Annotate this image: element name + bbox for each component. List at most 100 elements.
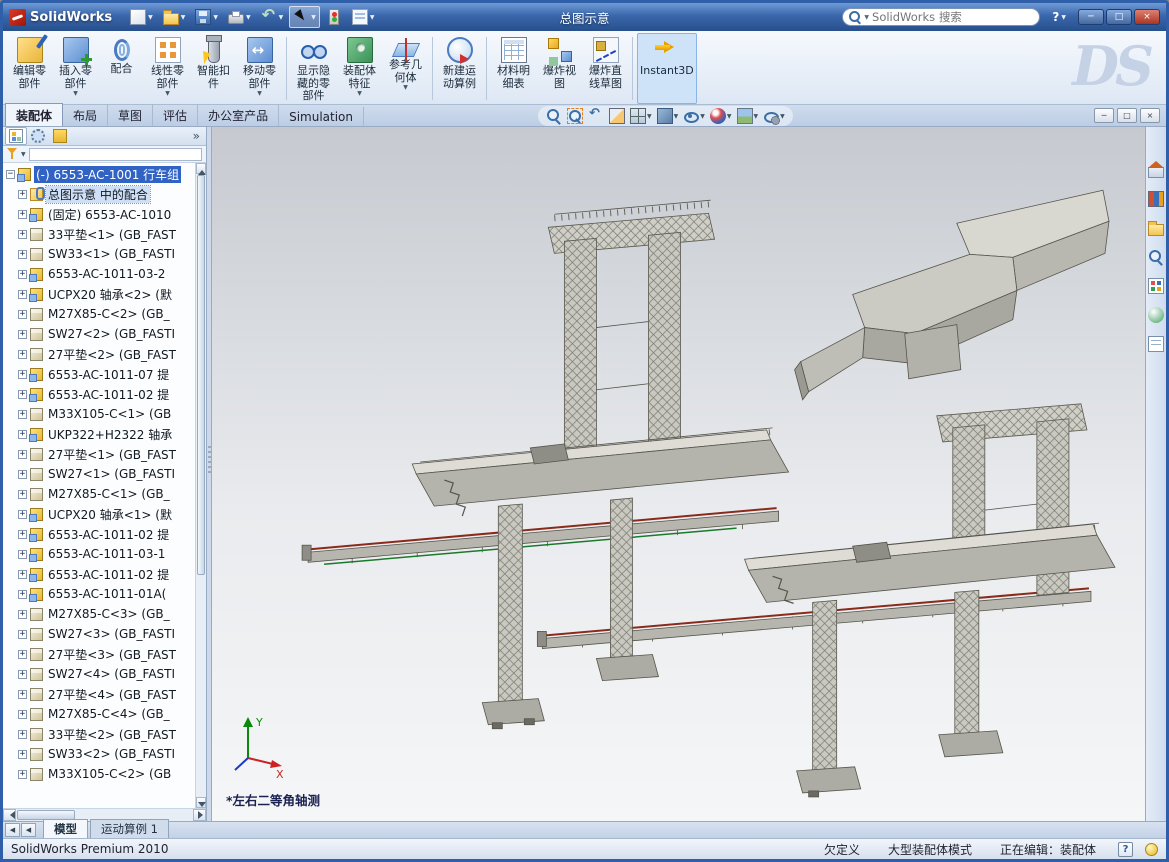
select-button[interactable]: ▼ (289, 6, 320, 28)
expand-box-icon[interactable]: + (18, 770, 27, 779)
tree-item[interactable]: +M27X85-C<4> (GB_ (3, 704, 195, 724)
apply-scene-button[interactable]: ▼ (736, 107, 760, 125)
tree-item[interactable]: +27平垫<2> (GB_FAST (3, 344, 195, 364)
expand-box-icon[interactable]: + (18, 190, 27, 199)
tab-办公室产品[interactable]: 办公室产品 (198, 104, 279, 126)
quick-tips-icon[interactable] (1145, 843, 1158, 856)
dropdown-caret-icon[interactable]: ▼ (148, 14, 153, 21)
filter-caret-icon[interactable]: ▼ (21, 151, 26, 158)
custom-properties-button[interactable] (1147, 335, 1165, 353)
tree-item[interactable]: +SW27<3> (GB_FASTI (3, 624, 195, 644)
expand-box-icon[interactable]: + (18, 670, 27, 679)
doc-close-button[interactable]: × (1140, 108, 1160, 123)
expand-box-icon[interactable]: + (18, 750, 27, 759)
print-button[interactable]: ▼ (224, 7, 255, 27)
dropdown-caret-icon[interactable]: ▼ (311, 14, 316, 21)
dropdown-caret-icon[interactable]: ▼ (370, 14, 375, 21)
ribbon-button-linear-pattern[interactable]: 线性零部件▼ (145, 33, 190, 104)
ribbon-button-show-hidden[interactable]: 显示隐藏的零部件 (291, 33, 336, 104)
view-palette-button[interactable] (1147, 277, 1165, 295)
tree-item[interactable]: +M27X85-C<1> (GB_ (3, 484, 195, 504)
featuremanager-tab[interactable] (5, 127, 27, 145)
close-button[interactable]: × (1134, 9, 1160, 25)
expand-box-icon[interactable]: + (18, 590, 27, 599)
view-orientation-button[interactable]: ▼ (629, 107, 653, 125)
tree-item[interactable]: +UCPX20 轴承<2> (默 (3, 284, 195, 304)
ribbon-button-reference-geometry[interactable]: 参考几何体▼ (383, 33, 428, 104)
help-menu[interactable]: ? ▼ (1052, 10, 1066, 24)
edit-appearance-button[interactable]: ▼ (709, 107, 733, 125)
tab-装配体[interactable]: 装配体 (5, 103, 63, 126)
tab-模型[interactable]: 模型 (43, 819, 88, 838)
ribbon-button-mate[interactable]: 配合 (99, 33, 144, 104)
dropdown-caret-icon[interactable]: ▼ (246, 14, 251, 21)
ribbon-button-edit-component[interactable]: 编辑零部件 (7, 33, 52, 104)
tree-item[interactable]: +SW27<1> (GB_FASTI (3, 464, 195, 484)
appearances-scenes-button[interactable] (1147, 306, 1165, 324)
expand-box-icon[interactable]: + (18, 570, 27, 579)
dropdown-caret-icon[interactable]: ▼ (780, 113, 785, 120)
tree-item[interactable]: +6553-AC-1011-02 提 (3, 524, 195, 544)
tree-item[interactable]: +M27X85-C<3> (GB_ (3, 604, 195, 624)
expand-box-icon[interactable]: + (18, 450, 27, 459)
ribbon-button-exploded-view[interactable]: 爆炸视图 (537, 33, 582, 104)
tree-item[interactable]: +SW33<1> (GB_FASTI (3, 244, 195, 264)
dropdown-caret-icon[interactable]: ▼ (727, 113, 732, 120)
search-box[interactable]: ▼ (842, 8, 1040, 26)
ribbon-button-insert-components[interactable]: 插入零部件▼ (53, 33, 98, 104)
dropdown-caret-icon[interactable]: ▼ (674, 113, 679, 120)
dropdown-caret-icon[interactable]: ▼ (700, 113, 705, 120)
scroll-left-icon[interactable] (3, 809, 16, 821)
tab-草图[interactable]: 草图 (108, 104, 153, 126)
tree-item[interactable]: +6553-AC-1011-02 提 (3, 384, 195, 404)
configurationmanager-tab[interactable] (49, 127, 71, 145)
dropdown-caret-icon[interactable]: ▼ (647, 113, 652, 120)
expand-box-icon[interactable]: + (18, 350, 27, 359)
expand-box-icon[interactable]: + (18, 710, 27, 719)
new-document-button[interactable]: ▼ (126, 6, 157, 28)
status-help-icon[interactable]: ? (1118, 842, 1133, 857)
dropdown-caret-icon[interactable]: ▼ (73, 90, 78, 97)
dropdown-caret-icon[interactable]: ▼ (257, 90, 262, 97)
tree-item[interactable]: +27平垫<1> (GB_FAST (3, 444, 195, 464)
tree-item[interactable]: −(-) 6553-AC-1001 行车组 (3, 164, 195, 184)
expand-box-icon[interactable]: + (18, 310, 27, 319)
expand-box-icon[interactable]: + (18, 470, 27, 479)
scroll-right-icon[interactable] (193, 809, 206, 821)
tree-item[interactable]: +6553-AC-1011-02 提 (3, 564, 195, 584)
expand-box-icon[interactable]: + (18, 250, 27, 259)
tree-item[interactable]: +27平垫<4> (GB_FAST (3, 684, 195, 704)
expand-box-icon[interactable]: + (18, 390, 27, 399)
minimize-button[interactable]: ─ (1078, 9, 1104, 25)
search-scope-caret-icon[interactable]: ▼ (864, 14, 869, 21)
filter-icon[interactable] (7, 148, 18, 160)
ribbon-button-assembly-features[interactable]: 装配体特征▼ (337, 33, 382, 104)
solidworks-resources-button[interactable] (1147, 161, 1165, 179)
model-scene[interactable] (212, 127, 1145, 821)
panel-chevron[interactable]: » (193, 129, 204, 143)
expand-box-icon[interactable]: + (18, 330, 27, 339)
scroll-down-icon[interactable] (196, 797, 206, 808)
graphics-viewport[interactable]: Y X *左右二等角轴测 (212, 127, 1145, 821)
expand-box-icon[interactable]: + (18, 230, 27, 239)
tree-item[interactable]: +M27X85-C<2> (GB_ (3, 304, 195, 324)
ribbon-button-bom[interactable]: 材料明细表 (491, 33, 536, 104)
tree-item[interactable]: +6553-AC-1011-07 提 (3, 364, 195, 384)
tree-vertical-scrollbar[interactable] (195, 163, 206, 808)
section-view-button[interactable] (608, 107, 626, 125)
expand-box-icon[interactable]: + (18, 370, 27, 379)
maximize-button[interactable]: □ (1106, 9, 1132, 25)
motion-scroll-right-button[interactable]: ◀ (21, 823, 36, 837)
tab-运动算例 1[interactable]: 运动算例 1 (90, 819, 169, 838)
expand-box-icon[interactable]: + (18, 510, 27, 519)
tree-item[interactable]: +SW27<4> (GB_FASTI (3, 664, 195, 684)
motion-scroll-left-button[interactable]: ◀ (5, 823, 20, 837)
expand-box-icon[interactable]: + (18, 490, 27, 499)
zoom-area-button[interactable] (566, 107, 584, 125)
view-settings-button[interactable]: ▼ (762, 107, 786, 125)
tree-item[interactable]: +27平垫<3> (GB_FAST (3, 644, 195, 664)
expand-box-icon[interactable]: + (18, 410, 27, 419)
expand-box-icon[interactable]: + (18, 290, 27, 299)
rebuild-button[interactable] (322, 6, 346, 28)
expand-box-icon[interactable]: + (18, 610, 27, 619)
